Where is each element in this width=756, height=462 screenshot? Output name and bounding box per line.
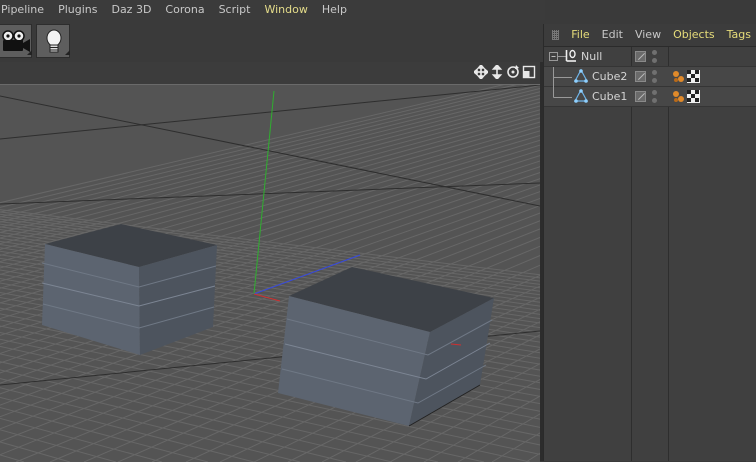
om-menu-view[interactable]: View [629,24,667,46]
object-name: Cube1 [592,90,628,103]
layer-visibility-icon[interactable] [635,91,646,102]
camera-icon [2,30,32,55]
polygon-object-icon [574,69,588,83]
menu-help[interactable]: Help [315,0,354,20]
viewport-scene [0,85,540,462]
3d-viewport[interactable] [0,84,540,462]
camera-button[interactable] [0,24,32,58]
viewport-header [0,62,540,84]
menu-corona[interactable]: Corona [158,0,211,20]
layer-visibility-icon[interactable] [635,51,646,62]
cube2-object[interactable] [41,224,217,355]
maximize-view-icon[interactable] [522,65,536,79]
dolly-view-icon[interactable] [490,63,504,81]
column-separator [631,47,632,461]
menu-script[interactable]: Script [212,0,258,20]
visibility-dots-icon[interactable] [652,70,657,84]
menu-pipeline[interactable]: Pipeline [0,0,51,20]
polygon-object-icon [574,89,588,103]
move-view-icon[interactable] [472,63,490,81]
rotate-view-icon[interactable] [506,65,520,79]
main-toolbar [0,20,545,62]
om-menu-file[interactable]: File [565,24,595,46]
null-object-icon [565,49,576,62]
main-menubar: Pipeline Plugins Daz 3D Corona Script Wi… [0,0,545,20]
menu-daz3d[interactable]: Daz 3D [104,0,158,20]
object-row-null[interactable]: Null [544,47,756,67]
phong-tag-icon[interactable] [672,90,685,103]
cube1-object[interactable] [278,267,494,427]
object-manager: File Edit View Objects Tags Null Cube2 C… [543,24,756,461]
material-tag-icon[interactable] [687,70,700,83]
object-name: Cube2 [592,70,628,83]
object-manager-menubar: File Edit View Objects Tags [544,24,756,47]
column-separator [668,47,669,461]
light-bulb-icon [46,29,70,55]
grip-icon[interactable] [552,30,560,40]
layer-visibility-icon[interactable] [635,71,646,82]
object-row-cube2[interactable]: Cube2 [544,67,756,87]
menu-plugins[interactable]: Plugins [51,0,104,20]
object-name: Null [581,50,603,63]
visibility-dots-icon[interactable] [652,90,657,104]
phong-tag-icon[interactable] [672,70,685,83]
om-menu-objects[interactable]: Objects [667,24,721,46]
object-list: Null Cube2 Cube1 [544,47,756,461]
object-row-cube1[interactable]: Cube1 [544,87,756,107]
light-button[interactable] [36,24,70,58]
om-menu-edit[interactable]: Edit [596,24,629,46]
menu-window[interactable]: Window [257,0,314,20]
visibility-dots-icon[interactable] [652,50,657,64]
om-menu-tags[interactable]: Tags [721,24,756,46]
material-tag-icon[interactable] [687,90,700,103]
